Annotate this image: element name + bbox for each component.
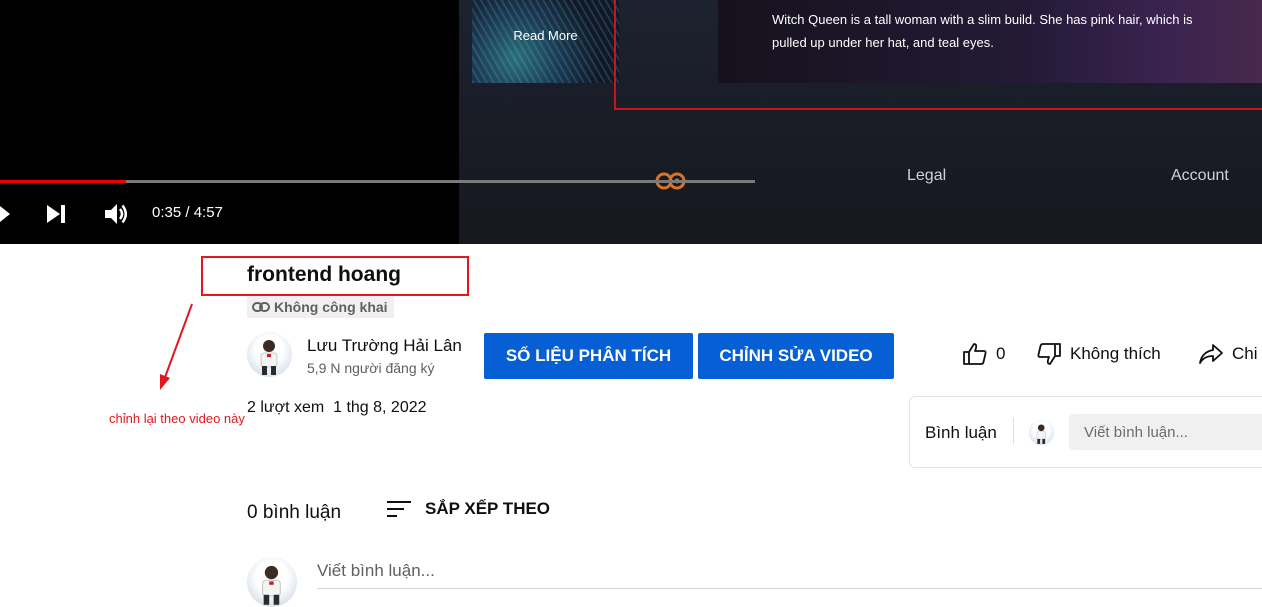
comments-panel-title: Bình luận	[925, 423, 997, 442]
edit-video-button[interactable]: CHỈNH SỬA VIDEO	[698, 333, 894, 379]
commenter-avatar	[247, 557, 297, 607]
video-player[interactable]: Read More Witch Queen is a tall woman wi…	[0, 0, 1262, 244]
time-display: 0:35 / 4:57	[152, 204, 223, 221]
channel-name[interactable]: Lưu Trường Hải Lân	[307, 336, 462, 356]
dislike-button[interactable]: Không thích	[1036, 342, 1161, 366]
comment-count: 0 bình luận	[247, 502, 342, 523]
like-count: 0	[996, 344, 1006, 363]
upload-date: 1 thg 8, 2022	[333, 399, 427, 416]
sort-button[interactable]: SẮP XẾP THEO	[387, 499, 550, 519]
panel-avatar	[1029, 420, 1054, 445]
annotation-note: chỉnh lại theo video này	[109, 411, 245, 426]
link-icon	[252, 302, 270, 312]
channel-avatar[interactable]	[247, 332, 292, 377]
progress-played	[0, 180, 127, 183]
panel-divider	[1013, 418, 1014, 444]
volume-icon[interactable]	[103, 201, 129, 227]
dislike-label: Không thích	[1070, 344, 1161, 363]
avatar-figure-icon	[262, 565, 281, 605]
video-meta: 2 lượt xem 1 thg 8, 2022	[247, 399, 427, 417]
footer-link-account: Account	[1171, 167, 1229, 184]
video-frame: Read More Witch Queen is a tall woman wi…	[459, 0, 1262, 244]
play-icon[interactable]	[0, 204, 12, 224]
avatar-figure-icon	[260, 340, 278, 375]
thumbs-up-icon	[963, 343, 987, 365]
privacy-label: Không công khai	[274, 299, 388, 315]
annotation-arrow-icon	[160, 303, 193, 390]
subscriber-count: 5,9 N người đăng ký	[307, 360, 435, 376]
next-icon[interactable]	[45, 203, 67, 225]
share-label: Chi	[1232, 344, 1258, 363]
share-button[interactable]: Chi	[1198, 342, 1258, 366]
privacy-badge: Không công khai	[247, 296, 394, 318]
character-description: Witch Queen is a tall woman with a slim …	[772, 12, 1193, 50]
share-icon	[1199, 344, 1223, 364]
analytics-button[interactable]: SỐ LIỆU PHÂN TÍCH	[484, 333, 693, 379]
like-button[interactable]: 0	[962, 342, 1005, 366]
footer-link-legal: Legal	[907, 167, 947, 184]
video-title: frontend hoang	[247, 263, 401, 286]
thumbs-down-icon	[1037, 343, 1061, 365]
sort-label: SẮP XẾP THEO	[425, 499, 551, 518]
read-more-link: Read More	[513, 28, 578, 43]
comment-input-underline	[317, 588, 1262, 589]
avatar-figure-icon	[1036, 424, 1046, 444]
sort-icon	[387, 501, 411, 517]
view-count: 2 lượt xem	[247, 399, 325, 416]
add-comment-input[interactable]: Viết bình luận...	[317, 561, 435, 581]
panel-comment-input[interactable]: Viết bình luận...	[1069, 414, 1262, 450]
